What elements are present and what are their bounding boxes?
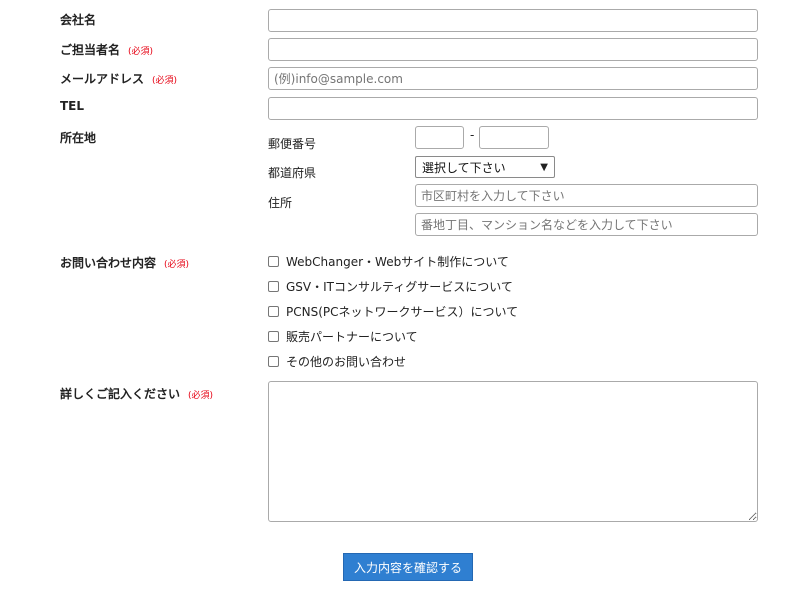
details-label: 詳しくご記入ください (必須)	[60, 387, 214, 401]
required-badge: (必須)	[188, 391, 214, 401]
address-label: 所在地	[60, 131, 97, 145]
postal-label: 郵便番号	[268, 137, 317, 151]
required-badge: (必須)	[152, 76, 178, 86]
tel-label: TEL	[60, 99, 85, 113]
postal-code-second-input[interactable]	[479, 126, 549, 149]
checkbox[interactable]	[268, 306, 279, 317]
contact-person-label: ご担当者名 (必須)	[60, 43, 154, 57]
checkbox[interactable]	[268, 256, 279, 267]
inquiry-option-partner[interactable]: 販売パートナーについて	[268, 328, 418, 345]
company-label: 会社名	[60, 13, 97, 27]
company-input[interactable]	[268, 9, 758, 32]
inquiry-label: お問い合わせ内容 (必須)	[60, 256, 190, 270]
postal-dash: -	[470, 128, 475, 142]
inquiry-option-pcns[interactable]: PCNS(PCネットワークサービス）について	[268, 303, 518, 320]
details-textarea[interactable]	[268, 381, 758, 522]
prefecture-label: 都道府県	[268, 166, 317, 180]
postal-code-first-input[interactable]	[415, 126, 464, 149]
checkbox[interactable]	[268, 356, 279, 367]
tel-input[interactable]	[268, 97, 758, 120]
checkbox[interactable]	[268, 281, 279, 292]
email-input[interactable]	[268, 67, 758, 90]
city-input[interactable]	[415, 184, 758, 207]
contact-person-input[interactable]	[268, 38, 758, 61]
required-badge: (必須)	[164, 260, 190, 270]
building-input[interactable]	[415, 213, 758, 236]
required-badge: (必須)	[128, 47, 154, 57]
chevron-down-icon: ▼	[540, 161, 548, 173]
street-label: 住所	[268, 196, 293, 210]
confirm-submit-button[interactable]: 入力内容を確認する	[343, 553, 473, 581]
prefecture-selected-value: 選択して下さい	[422, 160, 506, 175]
inquiry-option-gsv[interactable]: GSV・ITコンサルティグサービスについて	[268, 278, 513, 295]
email-label: メールアドレス (必須)	[60, 72, 178, 86]
inquiry-option-webchanger[interactable]: WebChanger・Webサイト制作について	[268, 253, 509, 270]
checkbox[interactable]	[268, 331, 279, 342]
inquiry-option-other[interactable]: その他のお問い合わせ	[268, 353, 406, 370]
prefecture-select[interactable]: 選択して下さい ▼	[415, 156, 555, 178]
